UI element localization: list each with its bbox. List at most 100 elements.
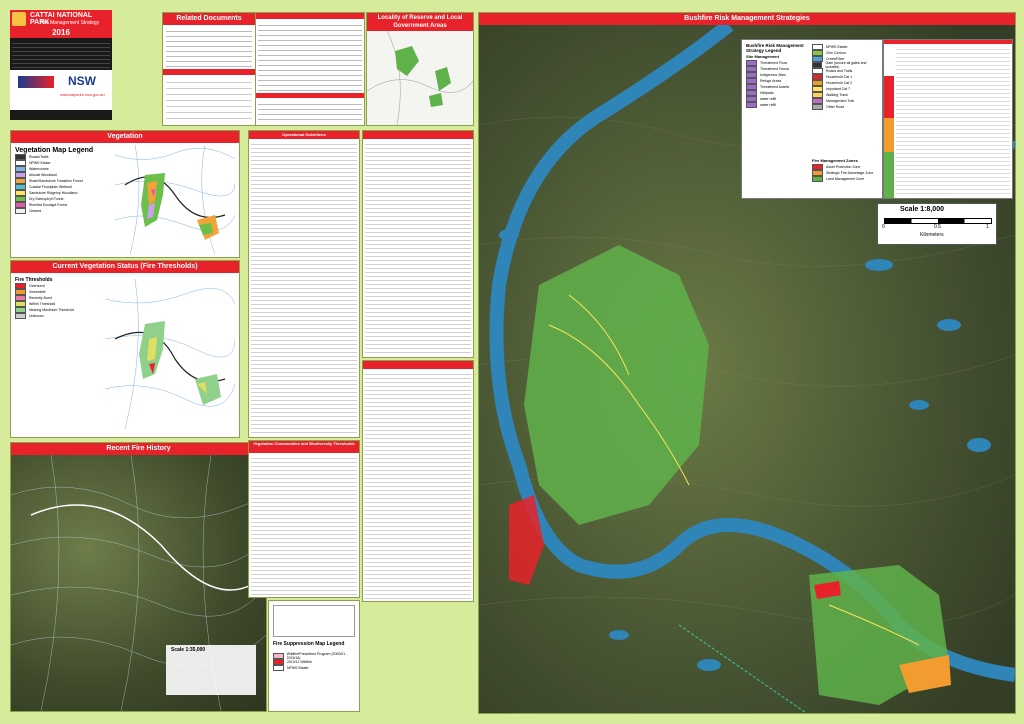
veg-legend-item: Cleared xyxy=(15,208,105,214)
nsw-logo-text: NSW xyxy=(68,74,96,88)
map-sheet: CATTAI NATIONAL PARK Fire Management Str… xyxy=(0,0,1024,724)
threshold-legend-label: Within Threshold xyxy=(29,302,56,306)
bushfire-legend-label: Helipads xyxy=(760,91,774,95)
fmz-lmz-bar xyxy=(884,152,894,198)
vegetation-map xyxy=(115,145,235,255)
year: 2016 xyxy=(10,28,112,38)
veg-legend-label: Dry Sclerophyll Forest xyxy=(29,197,64,201)
threshold-legend-label: Vulnerable xyxy=(29,290,46,294)
veg-legend-label: Coastal Floodplain Wetland xyxy=(29,185,72,189)
scale-label: Scale 1:8,000 xyxy=(900,206,944,213)
fire-suppression-legend-panel: Fire Suppression Map Legend Wildfire/Pre… xyxy=(268,600,360,712)
fire-legend-item: NPWS Estate xyxy=(273,665,359,671)
threshold-legend-label: Recently Burnt xyxy=(29,296,52,300)
veg-legend-label: Shale/Sandstone Transition Forest xyxy=(29,179,83,183)
threshold-legend-label: Overburnt xyxy=(29,284,45,288)
fire-legend-label: NPWS Estate xyxy=(287,666,309,670)
bushfire-zone-label: Asset Protection Zone xyxy=(826,165,861,169)
bushfire-legend-label: Refuge Areas xyxy=(760,79,782,83)
bushfire-line-label: Household Cat 1 xyxy=(826,75,853,79)
fire-legend-label: Wildfire/Prescribed Program (2000/01 - 2… xyxy=(286,652,348,660)
veg-legend-swatch xyxy=(15,208,26,214)
related-documents-list xyxy=(166,27,252,67)
vegetation-communities-panel: Vegetation Communities and Biodiversity … xyxy=(248,440,360,598)
operational-guidelines-table xyxy=(251,141,357,435)
vegetation-communities-title: Vegetation Communities and Biodiversity … xyxy=(249,441,359,453)
fmz-table-rows xyxy=(896,46,1010,196)
veg-legend-label: Roads/Trails xyxy=(29,155,49,159)
fire-legend-label: 2010/11 Wildfire xyxy=(287,660,313,664)
veg-legend-label: Sandstone Ridgetop Woodland xyxy=(29,191,78,195)
site-management-heading: Site Management xyxy=(746,54,779,59)
strategy-table xyxy=(365,371,471,599)
bushfire-line-label: Roads and Trails xyxy=(826,69,853,73)
threshold-legend-label: Nearing Maximum Threshold xyxy=(29,308,74,312)
bushfire-line-label: Other Road xyxy=(826,105,845,109)
vegetation-panel: Vegetation Vegetation Map Legend Roads/T… xyxy=(10,130,240,258)
bushfire-zone-label: Land Management Zone xyxy=(826,177,865,181)
vegetation-threshold-title: Current Vegetation Status (Fire Threshol… xyxy=(11,261,239,273)
recent-fire-map xyxy=(11,455,266,711)
bushfire-legend-label: Threatened Assets xyxy=(760,85,790,89)
bushfire-risk-title: Bushfire Risk Management Strategies xyxy=(479,13,1015,25)
fire-legend-item: Wildfire/Prescribed Program (2000/01 - 2… xyxy=(273,652,359,660)
fire-legend-swatch xyxy=(273,665,284,671)
assets-table-panel xyxy=(362,130,474,358)
scale-units: Kilometers xyxy=(920,232,944,238)
intro-text xyxy=(12,40,110,68)
bushfire-legend-label: Threatened Flora xyxy=(760,61,787,65)
bushfire-line-label: Management Trail xyxy=(826,99,855,103)
related-documents-title: Related Documents xyxy=(163,13,255,25)
recent-fire-history-panel: Recent Fire History Scale 1:35,000 xyxy=(10,442,267,712)
threshold-legend-swatch xyxy=(15,313,26,319)
bushfire-legend-item: water refill xyxy=(746,102,810,108)
bushfire-line-label: Household Cat 2 xyxy=(826,81,853,85)
bushfire-line-label: NPWS Estate xyxy=(826,45,848,49)
scale-tick-0: 0 xyxy=(882,224,885,230)
bushfire-line-label: Gate (secure all gates and lockable) xyxy=(825,61,867,69)
fmz-apz-bar xyxy=(884,76,894,118)
fire-scale-label: Scale 1:35,000 xyxy=(171,647,206,653)
threshold-legend: Fire Thresholds Overburnt Vulnerable Recen… xyxy=(15,277,95,319)
bushfire-line-label: Walking Track xyxy=(826,93,848,97)
veg-legend-label: Riverflat Eucalypt Forest xyxy=(29,203,68,207)
fire-management-zones-table xyxy=(883,39,1013,199)
scale-tick-1: 0.5 xyxy=(934,224,941,230)
bushfire-legend-label: Threatened Fauna xyxy=(760,67,789,71)
locality-panel: Locality of Reserve and Local Government… xyxy=(366,12,474,126)
vegetation-communities-table xyxy=(251,455,357,595)
bushfire-line-label: 20m Contour xyxy=(826,51,847,55)
bushfire-zone-swatch xyxy=(812,176,823,182)
veg-legend-label: Watercourse xyxy=(29,167,49,171)
vegetation-legend-title: Vegetation Map Legend xyxy=(15,147,94,154)
vegetation-title: Vegetation xyxy=(11,131,239,143)
contact-bar xyxy=(256,13,364,19)
scale-tick-2: 1 xyxy=(986,224,989,230)
operational-guidelines-title: Operational Guidelines xyxy=(249,131,359,139)
fire-suppression-legend-title: Fire Suppression Map Legend xyxy=(273,641,345,647)
related-documents-panel: Related Documents xyxy=(162,12,256,126)
fmz-header xyxy=(884,40,1012,44)
bushfire-line-item: Other Road xyxy=(812,104,878,110)
locality-map xyxy=(367,31,473,125)
scale-bar: Scale 1:8,000 0 0.5 1 Kilometers xyxy=(877,203,997,245)
website: nationalparks.nsw.gov.au xyxy=(60,92,105,97)
fire-suppression-legend: Wildfire/Prescribed Program (2000/01 - 2… xyxy=(273,652,359,671)
bushfire-legend-swatch xyxy=(746,102,757,108)
vegetation-legend: Vegetation Map Legend Roads/Trails NPWS E… xyxy=(15,147,105,214)
nsw-waratah-icon xyxy=(18,76,54,88)
fmz-sfaz-bar xyxy=(884,118,894,152)
bushfire-legend-label: water refill xyxy=(760,103,776,107)
contact-table xyxy=(258,21,362,91)
assets-table xyxy=(365,141,471,355)
threshold-map xyxy=(105,279,235,429)
bushfire-legend: Bushfire Risk Management Strategy Legend… xyxy=(741,39,883,199)
bushfire-risk-panel: Bushfire Risk Management Strategies Bush… xyxy=(478,12,1016,714)
veg-legend-label: NPWS Estate xyxy=(29,161,51,165)
veg-legend-label: Alluvial Woodland xyxy=(29,173,57,177)
operational-guidelines-panel: Operational Guidelines xyxy=(248,130,360,438)
fire-season-bar xyxy=(256,93,364,98)
assets-table-bar xyxy=(363,131,473,139)
bushfire-legend-label: water refill xyxy=(760,97,776,101)
threshold-legend-item: Unknown xyxy=(15,313,95,319)
